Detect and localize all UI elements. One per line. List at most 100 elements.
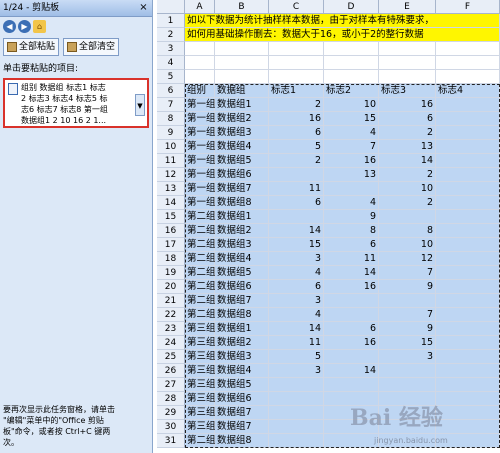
cell[interactable] <box>269 210 324 224</box>
cell[interactable]: 数据组6 <box>215 280 269 294</box>
cell[interactable]: 第二组 <box>185 308 216 322</box>
clear-all-button[interactable]: 全部清空 <box>63 38 120 56</box>
cell[interactable] <box>269 420 324 434</box>
column-header-b[interactable]: B <box>215 0 269 14</box>
cell[interactable]: 5 <box>269 140 324 154</box>
cell[interactable] <box>379 70 436 84</box>
cell[interactable]: 12 <box>379 252 436 266</box>
cell[interactable] <box>436 56 500 70</box>
cell[interactable]: 7 <box>379 308 436 322</box>
cell[interactable]: 13 <box>324 168 379 182</box>
cell[interactable]: 第二组 <box>185 280 216 294</box>
cell[interactable] <box>436 336 500 350</box>
cell[interactable]: 10 <box>379 182 436 196</box>
cell[interactable]: 数据组4 <box>215 252 269 266</box>
row-header[interactable]: 14 <box>157 196 185 210</box>
cell[interactable]: 13 <box>379 140 436 154</box>
cell[interactable]: 5 <box>269 350 324 364</box>
cell[interactable] <box>436 168 500 182</box>
cell[interactable]: 4 <box>269 266 324 280</box>
cell[interactable]: 数据组7 <box>215 420 269 434</box>
note-cell[interactable]: 如以下数据为统计抽样样本数据，由于对样本有特殊要求， <box>185 14 500 28</box>
row-header[interactable]: 20 <box>157 280 185 294</box>
cell[interactable]: 数据组4 <box>215 140 269 154</box>
cell[interactable] <box>436 294 500 308</box>
row-header[interactable]: 1 <box>157 14 185 28</box>
cell[interactable]: 4 <box>269 308 324 322</box>
cell[interactable]: 第一组 <box>185 182 216 196</box>
cell[interactable] <box>324 378 379 392</box>
cell[interactable] <box>185 56 215 70</box>
cell[interactable]: 6 <box>269 126 324 140</box>
cell[interactable]: 第一组 <box>185 98 216 112</box>
row-header[interactable]: 16 <box>157 224 185 238</box>
cell[interactable]: 第二组 <box>185 266 216 280</box>
row-header[interactable]: 4 <box>157 56 185 70</box>
cell[interactable]: 15 <box>379 336 436 350</box>
cell[interactable]: 第三组 <box>185 364 216 378</box>
cell[interactable] <box>215 56 269 70</box>
cell[interactable]: 16 <box>269 112 324 126</box>
spreadsheet-grid[interactable]: ABCDEF 1 如以下数据为统计抽样样本数据，由于对样本有特殊要求， 2 如何用基础… <box>157 0 500 453</box>
cell[interactable]: 第三组 <box>185 336 216 350</box>
cell[interactable] <box>436 252 500 266</box>
cell[interactable] <box>269 392 324 406</box>
cell[interactable]: 6 <box>269 280 324 294</box>
cell[interactable]: 数据组2 <box>215 112 269 126</box>
row-header[interactable]: 18 <box>157 252 185 266</box>
cell[interactable] <box>185 70 215 84</box>
cell[interactable] <box>269 168 324 182</box>
cell[interactable]: 数据组1 <box>215 322 269 336</box>
cell[interactable]: 第一组 <box>185 154 216 168</box>
forward-icon[interactable]: ▶ <box>18 19 31 33</box>
cell[interactable] <box>436 196 500 210</box>
cell[interactable]: 6 <box>379 112 436 126</box>
cell[interactable] <box>379 378 436 392</box>
cell[interactable]: 14 <box>269 224 324 238</box>
back-icon[interactable]: ◀ <box>3 19 16 33</box>
row-header[interactable]: 23 <box>157 322 185 336</box>
cell[interactable]: 15 <box>324 112 379 126</box>
row-header[interactable]: 22 <box>157 308 185 322</box>
cell[interactable]: 第二组 <box>185 252 216 266</box>
cell[interactable] <box>269 434 324 448</box>
cell[interactable] <box>379 294 436 308</box>
cell[interactable] <box>436 224 500 238</box>
row-header[interactable]: 15 <box>157 210 185 224</box>
cell[interactable]: 7 <box>324 140 379 154</box>
cell[interactable]: 数据组1 <box>215 98 269 112</box>
chevron-down-icon[interactable]: ▼ <box>135 94 145 116</box>
row-header[interactable]: 27 <box>157 378 185 392</box>
cell[interactable]: 第一组 <box>185 140 216 154</box>
row-header[interactable]: 8 <box>157 112 185 126</box>
cell[interactable] <box>215 42 269 56</box>
cell[interactable]: 第二组 <box>185 294 216 308</box>
cell[interactable]: 16 <box>379 98 436 112</box>
cell[interactable]: 标志1 <box>269 84 324 98</box>
cell[interactable]: 第二组 <box>185 210 216 224</box>
cell[interactable]: 数据组3 <box>215 126 269 140</box>
cell[interactable]: 第一组 <box>185 126 216 140</box>
cell[interactable] <box>269 406 324 420</box>
cell[interactable] <box>379 364 436 378</box>
cell[interactable]: 14 <box>324 364 379 378</box>
cell[interactable] <box>436 238 500 252</box>
cell[interactable]: 10 <box>379 238 436 252</box>
cell[interactable] <box>436 266 500 280</box>
cell[interactable] <box>324 56 379 70</box>
row-header[interactable]: 3 <box>157 42 185 56</box>
cell[interactable]: 3 <box>269 364 324 378</box>
close-icon[interactable]: × <box>137 1 150 14</box>
cell[interactable]: 8 <box>324 224 379 238</box>
cell[interactable] <box>436 322 500 336</box>
cell[interactable]: 第三组 <box>185 406 216 420</box>
cell[interactable]: 4 <box>324 126 379 140</box>
row-header[interactable]: 9 <box>157 126 185 140</box>
cell[interactable]: 数据组2 <box>215 224 269 238</box>
cell[interactable]: 2 <box>269 154 324 168</box>
column-header-c[interactable]: C <box>269 0 324 14</box>
row-header[interactable]: 2 <box>157 28 185 42</box>
cell[interactable] <box>436 364 500 378</box>
cell[interactable]: 标志4 <box>436 84 500 98</box>
row-header[interactable]: 31 <box>157 434 185 448</box>
